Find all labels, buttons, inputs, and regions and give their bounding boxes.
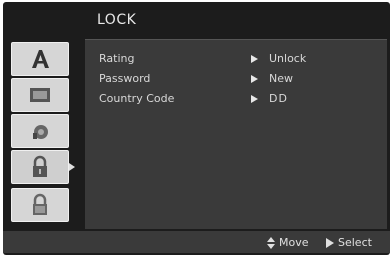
select-hint: Select bbox=[326, 236, 372, 249]
active-tab-indicator-icon bbox=[69, 163, 75, 171]
country-code-value: DD bbox=[269, 92, 288, 105]
move-hint: Move bbox=[267, 236, 309, 249]
navigation-hints-bar: Move Select bbox=[3, 231, 390, 253]
setup-menu: LOCK Rating Unlock Password New Country … bbox=[3, 2, 390, 255]
setting-row-password[interactable]: Password New bbox=[99, 72, 379, 88]
setting-row-rating[interactable]: Rating Unlock bbox=[99, 52, 379, 68]
language-icon bbox=[32, 50, 49, 68]
display-icon bbox=[30, 88, 50, 102]
arrow-right-icon bbox=[251, 55, 258, 63]
tab-display[interactable] bbox=[11, 78, 69, 112]
lock-icon bbox=[33, 155, 47, 177]
arrow-right-icon bbox=[251, 75, 258, 83]
setting-row-country-code[interactable]: Country Code DD bbox=[99, 92, 379, 108]
select-arrow-icon bbox=[326, 237, 334, 248]
move-label: Move bbox=[279, 236, 309, 249]
menu-header: LOCK bbox=[85, 10, 385, 30]
country-code-label: Country Code bbox=[99, 92, 175, 105]
password-value: New bbox=[269, 72, 293, 85]
move-up-down-icon bbox=[267, 236, 275, 249]
lock-settings-panel: Rating Unlock Password New Country Code … bbox=[85, 39, 387, 229]
category-sidebar bbox=[7, 38, 83, 228]
tab-audio[interactable] bbox=[11, 114, 69, 148]
rating-value: Unlock bbox=[269, 52, 307, 65]
password-label: Password bbox=[99, 72, 151, 85]
arrow-right-icon bbox=[251, 95, 258, 103]
tab-lock[interactable] bbox=[11, 150, 69, 184]
tab-language[interactable] bbox=[11, 42, 69, 76]
audio-icon bbox=[33, 125, 48, 139]
rating-label: Rating bbox=[99, 52, 135, 65]
menu-title: LOCK bbox=[97, 12, 137, 28]
others-icon bbox=[33, 193, 47, 215]
tab-others[interactable] bbox=[11, 188, 69, 222]
dvd-setup-screen: LOCK Rating Unlock Password New Country … bbox=[0, 0, 391, 257]
select-label: Select bbox=[338, 236, 372, 249]
